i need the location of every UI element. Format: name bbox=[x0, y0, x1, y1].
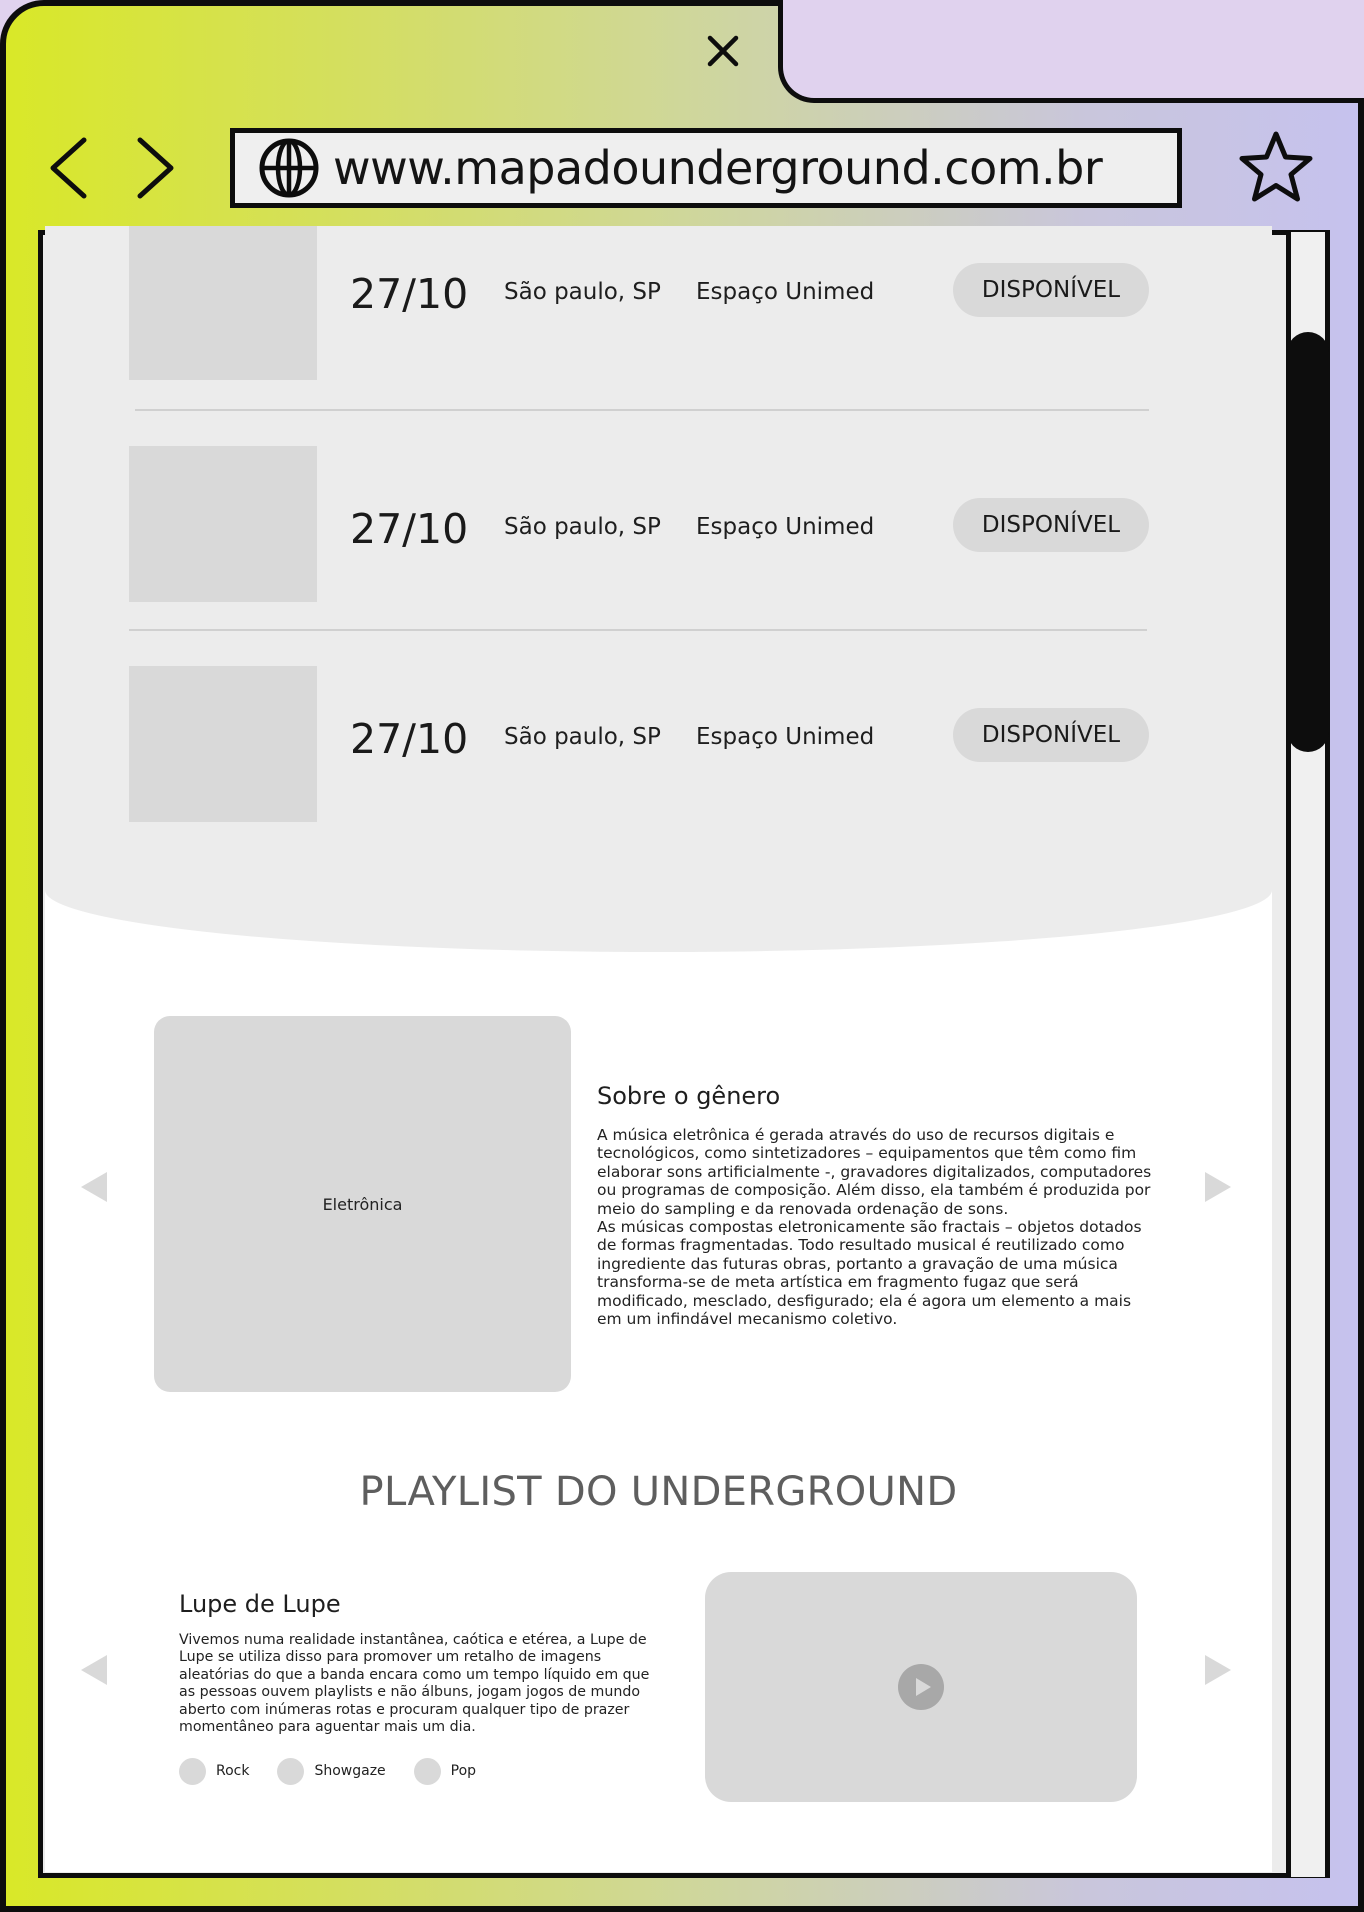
event-city: São paulo, SP bbox=[504, 279, 661, 305]
band-name: Lupe de Lupe bbox=[179, 1590, 341, 1618]
play-icon[interactable] bbox=[898, 1664, 944, 1710]
address-bar[interactable]: www.mapadounderground.com.br bbox=[230, 128, 1182, 208]
event-image bbox=[129, 666, 317, 822]
event-city: São paulo, SP bbox=[504, 724, 661, 750]
close-icon bbox=[707, 35, 739, 67]
event-city: São paulo, SP bbox=[504, 514, 661, 540]
tag-pop[interactable]: Pop bbox=[413, 1757, 477, 1785]
tag-dot bbox=[413, 1757, 441, 1785]
tag-dot bbox=[277, 1757, 305, 1785]
forward-button[interactable] bbox=[132, 135, 180, 201]
playlist-prev-arrow[interactable] bbox=[81, 1655, 107, 1685]
tag-label: Pop bbox=[450, 1763, 477, 1779]
event-venue: Espaço Unimed bbox=[696, 279, 875, 305]
tag-label: Rock bbox=[216, 1763, 250, 1779]
playlist-heading: PLAYLIST DO UNDERGROUND bbox=[359, 1469, 958, 1515]
event-row: 27/10 São paulo, SP Espaço Unimed DISPON… bbox=[45, 446, 1272, 606]
page-content: 27/10 São paulo, SP Espaço Unimed DISPON… bbox=[45, 226, 1272, 1872]
scrollbar-thumb[interactable] bbox=[1287, 332, 1329, 752]
event-row: 27/10 São paulo, SP Espaço Unimed DISPON… bbox=[45, 226, 1272, 386]
close-tab-button[interactable] bbox=[704, 32, 742, 70]
event-row: 27/10 São paulo, SP Espaço Unimed DISPON… bbox=[45, 666, 1272, 826]
event-date: 27/10 bbox=[350, 715, 469, 763]
ticket-status-button[interactable]: DISPONÍVEL bbox=[953, 498, 1149, 552]
band-description: Vivemos numa realidade instantânea, caót… bbox=[179, 1632, 650, 1736]
divider bbox=[135, 409, 1149, 411]
globe-icon bbox=[259, 138, 319, 198]
tag-rock[interactable]: Rock bbox=[179, 1757, 250, 1785]
event-image bbox=[129, 446, 317, 602]
genre-paragraph: As músicas compostas eletronicamente são… bbox=[597, 1218, 1142, 1329]
genre-tags: Rock Showgaze Pop bbox=[179, 1756, 504, 1786]
genre-paragraph: A música eletrônica é gerada através do … bbox=[597, 1126, 1152, 1218]
tag-dot bbox=[179, 1757, 206, 1785]
back-button[interactable] bbox=[44, 135, 92, 201]
event-venue: Espaço Unimed bbox=[696, 514, 875, 540]
chevron-right-icon bbox=[137, 137, 174, 199]
bookmark-button[interactable] bbox=[1236, 128, 1316, 208]
genre-image-card: Eletrônica bbox=[154, 1016, 571, 1392]
ticket-status-button[interactable]: DISPONÍVEL bbox=[953, 708, 1149, 762]
genre-next-arrow[interactable] bbox=[1205, 1172, 1231, 1202]
genre-title: Sobre o gênero bbox=[597, 1082, 781, 1110]
tag-label: Showgaze bbox=[314, 1763, 386, 1779]
url-text: www.mapadounderground.com.br bbox=[333, 141, 1103, 195]
event-image bbox=[129, 226, 317, 380]
tag-showgaze[interactable]: Showgaze bbox=[277, 1757, 386, 1785]
ticket-status-button[interactable]: DISPONÍVEL bbox=[953, 263, 1149, 317]
genre-prev-arrow[interactable] bbox=[81, 1172, 107, 1202]
chevron-left-icon bbox=[50, 137, 87, 199]
divider bbox=[129, 629, 1147, 631]
genre-name: Eletrônica bbox=[322, 1194, 403, 1214]
star-icon bbox=[1239, 131, 1313, 202]
event-date: 27/10 bbox=[350, 270, 469, 318]
event-venue: Espaço Unimed bbox=[696, 724, 875, 750]
playlist-next-arrow[interactable] bbox=[1205, 1655, 1231, 1685]
tab-bar-background bbox=[778, 0, 1364, 103]
event-date: 27/10 bbox=[350, 505, 469, 553]
video-player[interactable] bbox=[705, 1572, 1137, 1802]
genre-description: A música eletrônica é gerada através do … bbox=[597, 1126, 1157, 1328]
